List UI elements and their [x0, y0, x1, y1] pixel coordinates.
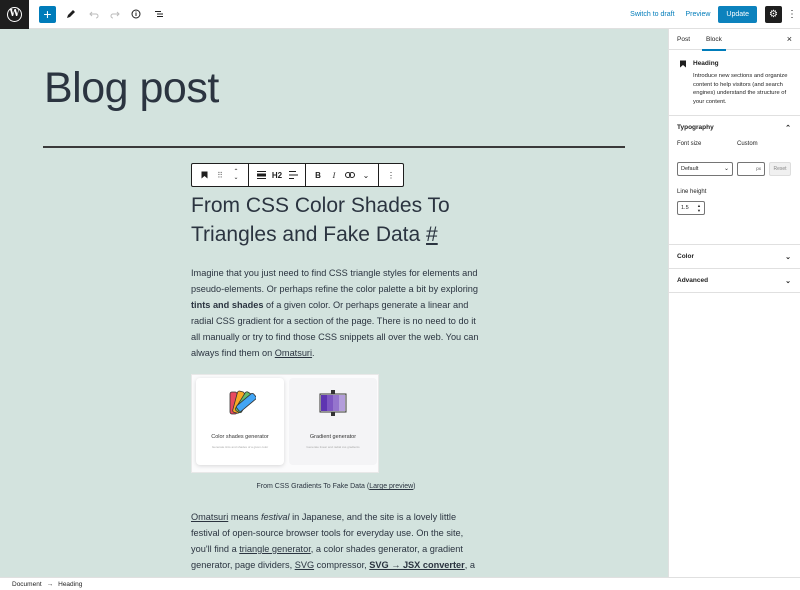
large-preview-link[interactable]: Large preview: [369, 483, 413, 490]
pencil-icon[interactable]: [62, 6, 79, 23]
gradient-generator-card: Gradient generator Generate linear and r…: [289, 378, 377, 465]
card1-subtitle: Generate tints and shades of a given col…: [211, 445, 269, 449]
caption-text: From CSS Gradients To Fake Data (: [256, 483, 370, 490]
undo-icon[interactable]: [85, 6, 102, 23]
close-icon[interactable]: ×: [787, 34, 792, 44]
tab-block[interactable]: Block: [698, 29, 730, 51]
para-bold-text: tints and shades: [191, 300, 264, 310]
bookmark-icon[interactable]: [197, 164, 211, 186]
separator-block[interactable]: [43, 146, 625, 148]
block-toolbar: ⠿ ⌃ ⌄ H2 B I ⌄ ⋮: [191, 163, 404, 187]
heading-level-button[interactable]: H2: [270, 164, 284, 186]
card2-subtitle: Generate linear and radial css gradients: [306, 445, 360, 449]
color-shades-card: Color shades generator Generate tints an…: [196, 378, 284, 465]
custom-font-size-input[interactable]: px: [737, 162, 765, 176]
svg-jsx-converter-link[interactable]: SVG → JSX converter: [369, 560, 465, 570]
more-options-icon[interactable]: ⋮: [786, 6, 798, 23]
block-card-description: Introduce new sections and organize cont…: [693, 73, 788, 105]
heading-anchor-link[interactable]: #: [426, 223, 438, 246]
bold-button[interactable]: B: [311, 164, 325, 186]
reset-button[interactable]: Reset: [769, 162, 791, 176]
panel-title: Color: [677, 253, 694, 260]
color-panel: Color ⌄: [669, 245, 800, 269]
align-icon[interactable]: [254, 164, 268, 186]
panel-title: Typography: [677, 124, 714, 131]
heading-block[interactable]: From CSS Color Shades To Triangles and F…: [191, 191, 491, 249]
settings-gear-icon[interactable]: ⚙: [765, 6, 782, 23]
add-block-button[interactable]: +: [39, 5, 56, 23]
tab-post[interactable]: Post: [669, 29, 698, 50]
sidebar-tabs: Post Block ×: [669, 29, 800, 51]
card2-title: Gradient generator: [309, 434, 357, 440]
triangle-generator-link[interactable]: triangle generator: [239, 544, 311, 554]
omatsuri-link[interactable]: Omatsuri: [191, 512, 228, 522]
breadcrumb: Document → Heading: [0, 577, 800, 590]
link-icon[interactable]: [343, 164, 357, 186]
image-caption[interactable]: From CSS Gradients To Fake Data (Large p…: [191, 483, 481, 490]
italic-button[interactable]: I: [327, 164, 341, 186]
block-card: Heading Introduce new sections and organ…: [669, 50, 800, 116]
editor-canvas: Blog post ⠿ ⌃ ⌄ H2 B I ⌄ ⋮ From CSS Colo…: [0, 29, 668, 577]
chevron-down-icon: ⌄: [785, 254, 791, 261]
heading-text: From CSS Color Shades To Triangles and F…: [191, 194, 450, 246]
preview-button[interactable]: Preview: [686, 11, 711, 18]
para-italic-text: festival: [260, 512, 290, 522]
omatsuri-link[interactable]: Omatsuri: [275, 348, 312, 358]
gradient-icon: [319, 390, 347, 416]
font-size-select[interactable]: Default ⌄: [677, 162, 733, 176]
drag-handle-icon[interactable]: ⠿: [213, 164, 227, 186]
para-text: , a: [464, 560, 475, 570]
update-button[interactable]: Update: [718, 6, 757, 23]
caption-text: ): [413, 483, 416, 490]
bookmark-icon: [680, 60, 686, 68]
typography-panel: Typography ⌃ Font size Custom Default ⌄ …: [669, 116, 800, 245]
svg-link[interactable]: SVG: [295, 560, 314, 570]
list-view-icon[interactable]: [150, 6, 167, 23]
breadcrumb-heading[interactable]: Heading: [58, 581, 82, 588]
post-title[interactable]: Blog post: [44, 64, 219, 113]
chevron-up-icon: ⌃: [785, 125, 791, 132]
typography-panel-toggle[interactable]: Typography ⌃: [669, 116, 800, 139]
wordpress-logo-button[interactable]: W: [0, 0, 29, 29]
card1-title: Color shades generator: [211, 434, 269, 440]
image-block[interactable]: Color shades generator Generate tints an…: [191, 374, 379, 473]
info-icon[interactable]: [127, 6, 144, 23]
color-swatch-icon: [229, 390, 256, 415]
switch-to-draft-button[interactable]: Switch to draft: [630, 11, 674, 18]
block-card-title: Heading: [693, 60, 719, 67]
settings-sidebar: Post Block × Heading Introduce new secti…: [668, 29, 800, 577]
font-size-label: Font size: [677, 141, 702, 147]
paragraph-block[interactable]: Imagine that you just need to find CSS t…: [191, 265, 481, 361]
advanced-panel: Advanced ⌄: [669, 269, 800, 293]
advanced-panel-toggle[interactable]: Advanced ⌄: [669, 269, 800, 292]
arrow-right-icon: →: [46, 580, 54, 588]
spinner-icon[interactable]: ▲ ▼: [697, 203, 701, 213]
breadcrumb-document[interactable]: Document: [12, 581, 42, 588]
more-formats-chevron-down-icon[interactable]: ⌄: [359, 164, 373, 186]
line-height-value: 1.5: [681, 205, 689, 211]
para-text: .: [312, 348, 315, 358]
unit-label: px: [756, 166, 761, 171]
text-align-icon[interactable]: [286, 164, 300, 186]
para-text: compressor,: [314, 560, 370, 570]
color-panel-toggle[interactable]: Color ⌄: [669, 245, 800, 268]
move-up-down-icon[interactable]: ⌃ ⌄: [229, 164, 243, 186]
chevron-down-icon: ⌄: [723, 166, 729, 172]
redo-icon[interactable]: [106, 6, 123, 23]
line-height-input[interactable]: 1.5 ▲ ▼: [677, 201, 705, 215]
block-options-icon[interactable]: ⋮: [384, 164, 398, 186]
font-size-value: Default: [681, 166, 699, 172]
top-toolbar: W + Switch to draft Preview Update ⚙ ⋮: [0, 0, 800, 29]
paragraph-block[interactable]: Omatsuri means festival in Japanese, and…: [191, 509, 481, 573]
para-text: means: [228, 512, 261, 522]
wordpress-icon: W: [7, 6, 22, 22]
para-text: Imagine that you just need to find CSS t…: [191, 268, 479, 294]
custom-label: Custom: [737, 141, 758, 147]
line-height-label: Line height: [677, 189, 707, 195]
panel-title: Advanced: [677, 277, 709, 284]
chevron-down-icon: ⌄: [785, 278, 791, 285]
